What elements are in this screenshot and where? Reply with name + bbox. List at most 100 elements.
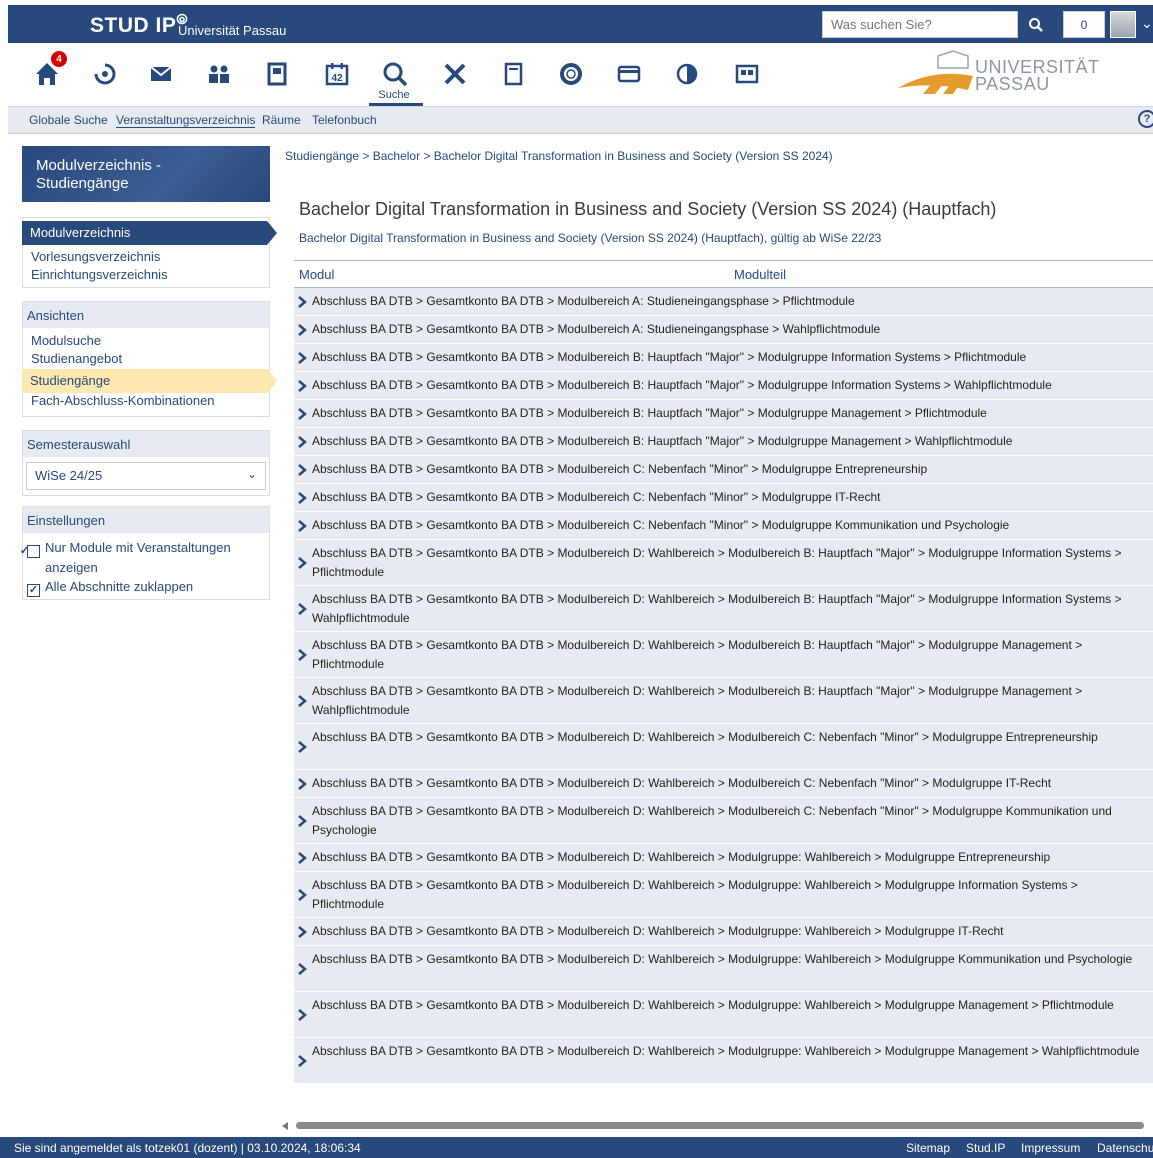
tab-veranstaltungsverzeichnis[interactable]: Veranstaltungsverzeichnis	[116, 113, 256, 128]
files-icon[interactable]	[494, 55, 532, 93]
chevron-right-icon[interactable]	[297, 888, 307, 901]
global-search-input[interactable]	[822, 11, 1018, 38]
home-notification-badge: 4	[51, 51, 67, 67]
column-header-modul: Modul	[299, 267, 335, 282]
table-row[interactable]: Abschluss BA DTB > Gesamtkonto BA DTB > …	[294, 946, 1153, 992]
table-row[interactable]: Abschluss BA DTB > Gesamtkonto BA DTB > …	[294, 288, 1153, 316]
community-icon[interactable]	[200, 55, 238, 93]
sidebar-views: Ansichten Modulsuche Studienangebot Fach…	[22, 301, 270, 417]
table-row[interactable]: Abschluss BA DTB > Gesamtkonto BA DTB > …	[294, 770, 1153, 798]
checkbox-checked-icon[interactable]: ✓	[27, 584, 40, 597]
chevron-right-icon[interactable]	[297, 648, 307, 661]
setting-only-with-courses[interactable]: ✓ Nur Module mit Veranstaltungen anzeigen	[20, 538, 265, 577]
tools-icon[interactable]	[436, 55, 474, 93]
mail-icon[interactable]	[142, 55, 180, 93]
sidebar-item-einrichtungsverzeichnis[interactable]: Einrichtungsverzeichnis	[23, 266, 269, 284]
chevron-right-icon[interactable]	[297, 962, 307, 975]
sidebar-item-modulverzeichnis[interactable]: Modulverzeichnis	[22, 221, 267, 245]
chevron-right-icon[interactable]	[297, 602, 307, 615]
sidebar-item-fach-abschluss[interactable]: Fach-Abschluss-Kombinationen	[23, 392, 269, 410]
sidebar-item-modulsuche[interactable]: Modulsuche	[23, 332, 269, 350]
chevron-down-icon: ⌄	[246, 467, 257, 481]
chevron-down-icon[interactable]: ⌄	[1141, 15, 1153, 32]
footer-link-sitemap[interactable]: Sitemap	[906, 1141, 950, 1155]
table-row[interactable]: Abschluss BA DTB > Gesamtkonto BA DTB > …	[294, 872, 1153, 918]
table-row[interactable]: Abschluss BA DTB > Gesamtkonto BA DTB > …	[294, 798, 1153, 844]
chevron-right-icon[interactable]	[297, 1008, 307, 1021]
chevron-right-icon[interactable]	[297, 556, 307, 569]
sidebar-item-studienangebot[interactable]: Studienangebot	[23, 350, 269, 368]
tab-raeume[interactable]: Räume	[262, 113, 301, 127]
table-row[interactable]: Abschluss BA DTB > Gesamtkonto BA DTB > …	[294, 344, 1153, 372]
table-row[interactable]: Abschluss BA DTB > Gesamtkonto BA DTB > …	[294, 316, 1153, 344]
table-row[interactable]: Abschluss BA DTB > Gesamtkonto BA DTB > …	[294, 372, 1153, 400]
chevron-right-icon[interactable]	[297, 777, 307, 790]
table-row[interactable]: Abschluss BA DTB > Gesamtkonto BA DTB > …	[294, 844, 1153, 872]
table-row[interactable]: Abschluss BA DTB > Gesamtkonto BA DTB > …	[294, 918, 1153, 946]
table-row[interactable]: Abschluss BA DTB > Gesamtkonto BA DTB > …	[294, 992, 1153, 1038]
scroll-left-icon[interactable]	[282, 1122, 288, 1130]
chevron-right-icon[interactable]	[297, 463, 307, 476]
row-label: Abschluss BA DTB > Gesamtkonto BA DTB > …	[312, 406, 987, 420]
footer-link-datenschutz[interactable]: Datenschu	[1097, 1141, 1153, 1155]
chevron-right-icon[interactable]	[297, 851, 307, 864]
tab-telefonbuch[interactable]: Telefonbuch	[312, 113, 377, 127]
row-label: Abschluss BA DTB > Gesamtkonto BA DTB > …	[312, 638, 1083, 671]
chevron-right-icon[interactable]	[297, 351, 307, 364]
table-row[interactable]: Abschluss BA DTB > Gesamtkonto BA DTB > …	[294, 678, 1153, 724]
calendar-icon[interactable]: 42	[318, 55, 356, 93]
table-row[interactable]: Abschluss BA DTB > Gesamtkonto BA DTB > …	[294, 484, 1153, 512]
chevron-right-icon[interactable]	[297, 379, 307, 392]
sidebar-item-vorlesungsverzeichnis[interactable]: Vorlesungsverzeichnis	[23, 248, 269, 266]
chevron-right-icon[interactable]	[297, 694, 307, 707]
settings-heading: Einstellungen	[23, 507, 269, 533]
page-title: Bachelor Digital Transformation in Busin…	[299, 199, 997, 219]
horizontal-scrollbar[interactable]	[282, 1120, 1153, 1132]
chevron-right-icon[interactable]	[297, 295, 307, 308]
chevron-right-icon[interactable]	[297, 740, 307, 753]
chevron-right-icon[interactable]	[297, 1054, 307, 1067]
page-subtitle: Bachelor Digital Transformation in Busin…	[299, 231, 882, 245]
table-row[interactable]: Abschluss BA DTB > Gesamtkonto BA DTB > …	[294, 400, 1153, 428]
footer-link-studip[interactable]: Stud.IP	[966, 1141, 1005, 1155]
row-label: Abschluss BA DTB > Gesamtkonto BA DTB > …	[312, 776, 1052, 790]
calendar-day: 42	[331, 73, 343, 84]
chevron-right-icon[interactable]	[297, 814, 307, 827]
table-row[interactable]: Abschluss BA DTB > Gesamtkonto BA DTB > …	[294, 1038, 1153, 1084]
main-navigation: 4 42 Suche UNIVERSITÄT PASSAU	[8, 43, 1153, 107]
breadcrumb[interactable]: Studiengänge > Bachelor > Bachelor Digit…	[285, 149, 833, 163]
chevron-right-icon[interactable]	[297, 491, 307, 504]
footer-link-impressum[interactable]: Impressum	[1021, 1141, 1080, 1155]
table-row[interactable]: Abschluss BA DTB > Gesamtkonto BA DTB > …	[294, 540, 1153, 586]
help-icon[interactable]: ?	[1138, 110, 1153, 128]
profile-icon[interactable]	[258, 55, 296, 93]
table-row[interactable]: Abschluss BA DTB > Gesamtkonto BA DTB > …	[294, 632, 1153, 678]
chevron-right-icon[interactable]	[297, 407, 307, 420]
studip-logo[interactable]: STUD IP⦾	[90, 11, 188, 38]
stats-icon[interactable]	[668, 55, 706, 93]
search-button[interactable]	[1022, 11, 1050, 38]
semester-select[interactable]: WiSe 24/25 ⌄	[26, 462, 266, 490]
card-icon[interactable]	[610, 55, 648, 93]
help-ring-icon[interactable]	[552, 55, 590, 93]
table-row[interactable]: Abschluss BA DTB > Gesamtkonto BA DTB > …	[294, 456, 1153, 484]
table-row[interactable]: Abschluss BA DTB > Gesamtkonto BA DTB > …	[294, 724, 1153, 770]
setting-collapse-all[interactable]: ✓ Alle Abschnitte zuklappen	[27, 577, 265, 597]
semester-heading: Semesterauswahl	[23, 431, 269, 457]
chevron-right-icon[interactable]	[297, 925, 307, 938]
sidebar-item-studiengaenge[interactable]: Studiengänge	[22, 369, 268, 393]
avatar[interactable]	[1110, 11, 1136, 38]
notification-counter[interactable]: 0	[1063, 11, 1105, 38]
tab-globale-suche[interactable]: Globale Suche	[29, 113, 108, 127]
scrollbar-thumb[interactable]	[296, 1122, 1144, 1129]
search-nav-icon[interactable]	[376, 55, 414, 93]
chevron-right-icon[interactable]	[297, 435, 307, 448]
activity-icon[interactable]	[86, 55, 124, 93]
table-row[interactable]: Abschluss BA DTB > Gesamtkonto BA DTB > …	[294, 428, 1153, 456]
table-row[interactable]: Abschluss BA DTB > Gesamtkonto BA DTB > …	[294, 512, 1153, 540]
table-row[interactable]: Abschluss BA DTB > Gesamtkonto BA DTB > …	[294, 586, 1153, 632]
chevron-right-icon[interactable]	[297, 323, 307, 336]
checkbox-checked-icon[interactable]: ✓	[20, 545, 40, 558]
chevron-right-icon[interactable]	[297, 519, 307, 532]
blubber-icon[interactable]	[728, 55, 766, 93]
